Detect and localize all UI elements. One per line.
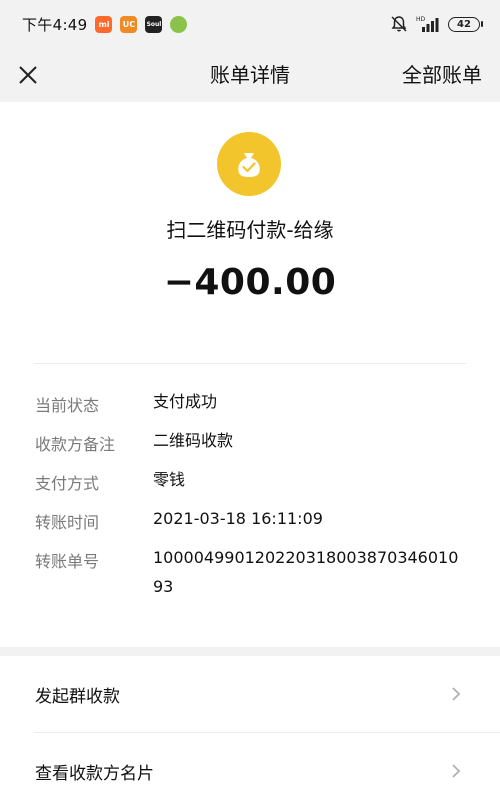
status-left: 下午4:49 mi UC Soul [22, 14, 188, 35]
status-time: 下午4:49 [22, 15, 88, 34]
info-label: 转账时间 [35, 513, 100, 532]
payee-title: 扫二维码付款-给缘 [166, 218, 334, 242]
info-list: 当前状态 支付成功 收款方备注 二维码收款 支付方式 零钱 转账时间 2021-… [0, 392, 500, 616]
info-value: 二维码收款 [153, 431, 234, 450]
chevron-right-icon [452, 687, 461, 701]
transfer-number-value: 100004990120220318003870346010 93 [153, 548, 459, 596]
payment-amount: −400.00 [163, 262, 337, 303]
info-value: 零钱 [153, 470, 186, 489]
start-group-collection-button[interactable]: 发起群收款 [0, 656, 500, 732]
info-value: 支付成功 [153, 392, 218, 411]
money-bag-glyph [238, 153, 260, 177]
close-icon [19, 66, 37, 84]
all-bills-button[interactable]: 全部账单 [402, 48, 482, 102]
nav-bar: 账单详情 全部账单 [0, 48, 500, 102]
info-value: 2021-03-18 16:11:09 [153, 509, 323, 528]
soul-app-icon: Soul [145, 15, 163, 33]
mute-bell-icon [391, 16, 407, 32]
view-payee-card-button[interactable]: 查看收款方名片 [34, 732, 500, 800]
info-label: 当前状态 [35, 396, 100, 415]
status-right: HD 42 [390, 15, 483, 33]
close-button[interactable] [10, 57, 46, 93]
info-label: 转账单号 [35, 552, 100, 571]
mi-app-icon: mi [95, 15, 113, 33]
hd-signal-icon: HD [416, 16, 439, 32]
action-list: 发起群收款 查看收款方名片 [0, 656, 500, 800]
action-label: 查看收款方名片 [35, 764, 154, 784]
svg-text:HD: HD [416, 16, 426, 23]
money-bag-icon [217, 132, 281, 196]
battery-icon: 42 [448, 16, 483, 32]
status-bar: 下午4:49 mi UC Soul HD 42 [0, 0, 500, 48]
divider [34, 363, 466, 364]
info-row-transfer-number: 转账单号 100004990120220318003870346010 93 [0, 548, 500, 616]
chevron-right-icon [452, 764, 461, 778]
action-label: 发起群收款 [35, 687, 120, 707]
info-label: 收款方备注 [35, 435, 116, 454]
ball-app-icon [170, 15, 188, 33]
bill-detail-card: 扫二维码付款-给缘 −400.00 当前状态 支付成功 收款方备注 二维码收款 … [0, 102, 500, 647]
uc-app-icon: UC [120, 15, 138, 33]
info-label: 支付方式 [35, 474, 100, 493]
